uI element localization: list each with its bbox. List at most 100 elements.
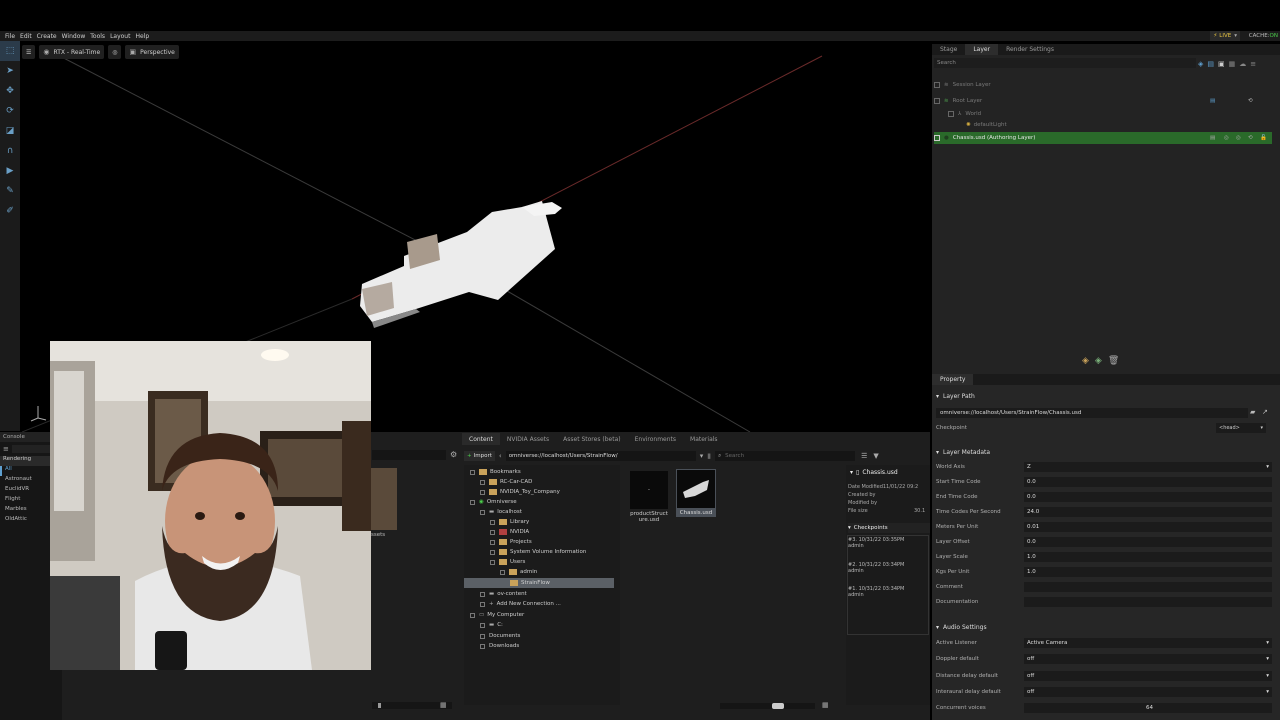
layer-metadata-section[interactable]: ▾ Layer Metadata — [936, 446, 990, 458]
menu-help[interactable]: Help — [135, 33, 149, 40]
refresh-icon[interactable]: ⟲ — [1248, 98, 1253, 104]
layer-path-section[interactable]: ▾ Layer Path — [936, 390, 975, 402]
menu-file[interactable]: File — [5, 33, 15, 40]
chevron-down-icon[interactable]: ▾ — [700, 452, 704, 460]
gear-icon[interactable]: ⚙ — [450, 450, 457, 459]
tree-bookmarks[interactable]: Bookmarks — [470, 467, 521, 477]
tree-nvidia-toy-company[interactable]: NVIDIA_Toy_Company — [480, 487, 560, 497]
menu-tools[interactable]: Tools — [90, 33, 105, 40]
menu-layout[interactable]: Layout — [110, 33, 130, 40]
tree-documents[interactable]: Documents — [480, 631, 520, 641]
visibility-icon[interactable]: ◎ — [1236, 135, 1241, 141]
delete-icon[interactable]: 🗑 — [1108, 356, 1119, 366]
tree-rc-car-cad[interactable]: RC-Car-CAD — [480, 477, 532, 487]
tab-stage[interactable]: Stage — [932, 44, 965, 55]
bookmark-icon[interactable]: ▮ — [707, 452, 711, 460]
tree-my-computer[interactable]: ▭ My Computer — [470, 610, 524, 620]
start-time-code-field[interactable]: 0.0 — [1024, 477, 1272, 487]
menu-window[interactable]: Window — [62, 33, 86, 40]
tab-nvidia-assets[interactable]: NVIDIA Assets — [500, 433, 556, 445]
doppler-dropdown[interactable]: off ▾ — [1024, 654, 1272, 664]
content-search-input[interactable]: ⌕ Search — [715, 451, 856, 461]
save-icon[interactable]: ▤ — [1207, 60, 1214, 68]
eye-icon[interactable]: ◎ — [1224, 135, 1229, 141]
layer-scale-field[interactable]: 1.0 — [1024, 552, 1272, 562]
tree-ov-content[interactable]: ▬ ov-content — [480, 589, 527, 599]
menu-icon[interactable]: ≡ — [0, 445, 12, 453]
back-icon[interactable]: ‹ — [499, 452, 502, 460]
distance-delay-dropdown[interactable]: off ▾ — [1024, 671, 1272, 681]
import-button[interactable]: + Import — [464, 451, 495, 461]
tree-omniverse[interactable]: ◉ Omniverse — [470, 497, 517, 507]
save-icon[interactable]: ▤ — [1210, 135, 1215, 141]
comment-field[interactable] — [1024, 582, 1272, 592]
expand-icon[interactable] — [934, 135, 940, 141]
time-codes-field[interactable]: 24.0 — [1024, 507, 1272, 517]
layers-icon[interactable]: ◈ — [1198, 60, 1203, 68]
cloud-icon[interactable]: ☁ — [1239, 60, 1246, 68]
rotate-icon[interactable]: ⟳ — [0, 101, 20, 121]
visibility-button[interactable]: ◎ — [108, 45, 122, 59]
viewport-settings-button[interactable]: ☰ — [22, 45, 36, 59]
layer-search-input[interactable]: Search — [934, 58, 1196, 68]
grid-view-icon[interactable]: ▦ — [822, 701, 829, 709]
filter-icon[interactable]: ▦ — [1229, 60, 1236, 68]
scale-icon[interactable]: ◪ — [0, 121, 20, 141]
interaural-delay-dropdown[interactable]: off ▾ — [1024, 687, 1272, 697]
concurrent-voices-field[interactable]: 64 — [1024, 703, 1272, 713]
end-time-code-field[interactable]: 0.0 — [1024, 492, 1272, 502]
tree-system-volume[interactable]: System Volume Information — [490, 547, 586, 557]
path-input[interactable]: omniverse://localhost/Users/StrainFlow/ — [505, 451, 696, 461]
documentation-field[interactable] — [1024, 597, 1272, 607]
list-view-icon[interactable]: ☰ — [861, 452, 867, 460]
kgs-per-unit-field[interactable]: 1.0 — [1024, 567, 1272, 577]
insert-layer-icon[interactable]: ◈ — [1095, 356, 1102, 366]
file-chassis[interactable]: Chassis.usd — [676, 469, 716, 517]
layer-row-root[interactable]: ≋ Root Layer ▤ ⟲ — [934, 95, 1272, 107]
save-icon[interactable]: ▤ — [1210, 98, 1215, 104]
checkpoints-header[interactable]: ▾ Checkpoints — [848, 523, 930, 533]
folder-icon[interactable]: ▰ — [1250, 408, 1255, 416]
tab-layer[interactable]: Layer — [965, 44, 999, 55]
asset-search-input[interactable] — [372, 450, 446, 460]
tab-console[interactable]: Console — [0, 434, 28, 440]
layer-row-chassis[interactable]: ● Chassis.usd (Authoring Layer) ▤ ◎ ◎ ⟲ … — [934, 132, 1272, 144]
grid-view-icon[interactable]: ▦ — [440, 701, 447, 709]
expand-icon[interactable] — [934, 82, 940, 88]
open-icon[interactable]: ↗ — [1262, 408, 1268, 416]
snap-icon[interactable]: ∩ — [0, 141, 20, 161]
asset-thumbnail[interactable] — [371, 468, 397, 530]
select-icon[interactable]: ⬚ — [0, 41, 20, 61]
tree-nvidia[interactable]: NVIDIA — [490, 527, 529, 537]
layer-row-default-light[interactable]: ✺ defaultLight — [966, 119, 1280, 131]
live-badge[interactable]: ⚡ LIVE ▾ — [1210, 31, 1240, 41]
play-icon[interactable]: ▶ — [0, 161, 20, 181]
slider-thumb[interactable] — [772, 703, 784, 709]
tab-render-settings[interactable]: Render Settings — [998, 44, 1062, 55]
add-layer-icon[interactable]: ◈ — [1082, 356, 1089, 366]
tree-c-drive[interactable]: ▬ C: — [480, 620, 503, 630]
tree-projects[interactable]: Projects — [490, 537, 532, 547]
paint-icon[interactable]: ✎ — [0, 181, 20, 201]
tree-downloads[interactable]: Downloads — [480, 641, 519, 651]
collapse-icon[interactable] — [948, 111, 954, 117]
refresh-icon[interactable]: ⟲ — [1248, 135, 1253, 141]
layer-path-field[interactable]: omniverse://localhost/Users/StrainFlow/C… — [936, 408, 1248, 418]
tree-add-connection[interactable]: + Add New Connection ... — [480, 599, 561, 609]
renderer-button[interactable]: ◉ RTX - Real-Time — [39, 45, 105, 59]
camera-button[interactable]: ▣ Perspective — [125, 45, 179, 59]
menu-edit[interactable]: Edit — [20, 33, 32, 40]
menu-create[interactable]: Create — [37, 33, 57, 40]
lock-icon[interactable]: 🔓 — [1260, 135, 1267, 141]
tab-content[interactable]: Content — [462, 433, 500, 445]
brush-icon[interactable]: ✐ — [0, 201, 20, 221]
collapse-icon[interactable] — [934, 98, 940, 104]
layer-offset-field[interactable]: 0.0 — [1024, 537, 1272, 547]
layer-row-session[interactable]: ≋ Session Layer — [934, 79, 1272, 91]
tab-property[interactable]: Property — [932, 374, 974, 385]
tree-localhost[interactable]: ▬ localhost — [480, 507, 522, 517]
file-product-structure[interactable]: · productStructure.usd — [630, 471, 670, 523]
move-icon[interactable]: ✥ — [0, 81, 20, 101]
world-axis-dropdown[interactable]: Z ▾ — [1024, 462, 1272, 472]
tab-materials[interactable]: Materials — [683, 433, 725, 445]
